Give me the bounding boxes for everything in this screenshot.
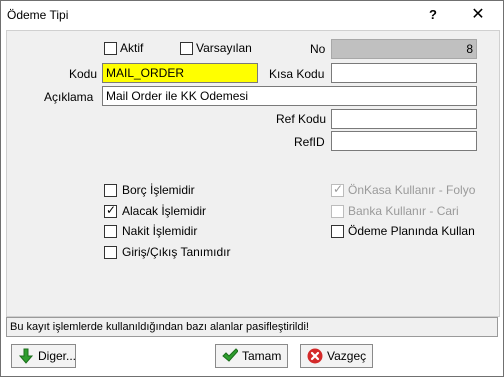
check-icon: ✓ <box>106 203 117 217</box>
onkasa-folyo-checkbox: ✓ <box>331 182 344 197</box>
ref-id-label: RefID <box>294 135 325 149</box>
odeme-plani-checkbox[interactable] <box>331 225 344 238</box>
varsayilan-checkbox[interactable] <box>180 42 193 55</box>
window-title: Ödeme Tipi <box>7 8 69 22</box>
giris-cikis-label: Giriş/Çıkış Tanımıdır <box>122 245 231 259</box>
aktif-checkbox[interactable] <box>104 42 117 55</box>
tamam-button[interactable]: Tamam <box>215 344 288 368</box>
banka-cari-checkbox <box>331 205 344 218</box>
ref-kodu-label: Ref Kodu <box>276 112 327 126</box>
form-panel: Aktif Varsayılan No 8 Kodu MAIL_ORDER Kı… <box>6 30 500 317</box>
giris-cikis-checkbox[interactable] <box>104 246 117 259</box>
varsayilan-label: Varsayılan <box>196 41 252 55</box>
tamam-button-label: Tamam <box>242 349 282 363</box>
kisa-kodu-label: Kısa Kodu <box>269 67 325 81</box>
aciklama-input[interactable]: Mail Order ile KK Odemesi <box>102 86 477 106</box>
check-icon: ✓ <box>333 182 344 196</box>
vazgec-button[interactable]: Vazgeç <box>300 344 373 368</box>
cancel-icon <box>307 348 323 364</box>
nakit-islemidir-checkbox[interactable] <box>104 225 117 238</box>
aciklama-label: Açıklama <box>44 90 94 104</box>
borc-islemidir-label: Borç İşlemidir <box>122 183 195 197</box>
ref-kodu-input[interactable] <box>331 109 477 129</box>
vazgec-button-label: Vazgeç <box>327 349 367 363</box>
checkmark-icon <box>222 348 238 362</box>
arrow-down-icon <box>18 348 34 364</box>
help-button[interactable]: ? <box>413 3 453 27</box>
diger-button[interactable]: Diger... <box>11 344 76 368</box>
title-bar: Ödeme Tipi ? ✕ <box>1 1 503 29</box>
banka-cari-label: Banka Kullanır - Cari <box>348 204 459 218</box>
no-field: 8 <box>331 39 477 59</box>
odeme-plani-label: Ödeme Planında Kullan <box>348 224 475 238</box>
alacak-islemidir-label: Alacak İşlemidir <box>122 204 207 218</box>
diger-button-label: Diger... <box>38 349 77 363</box>
aktif-label: Aktif <box>120 41 144 55</box>
ref-id-input[interactable] <box>331 131 477 151</box>
kodu-label: Kodu <box>69 67 98 81</box>
borc-islemidir-checkbox[interactable] <box>104 184 117 197</box>
kisa-kodu-input[interactable] <box>331 63 477 83</box>
status-message: Bu kayıt işlemlerde kullanıldığından baz… <box>6 317 498 337</box>
alacak-islemidir-checkbox[interactable]: ✓ <box>104 203 117 218</box>
nakit-islemidir-label: Nakit İşlemidir <box>122 224 198 238</box>
kodu-input[interactable]: MAIL_ORDER <box>102 63 258 83</box>
no-label: No <box>310 42 326 56</box>
close-button[interactable]: ✕ <box>458 3 498 27</box>
onkasa-folyo-label: ÖnKasa Kullanır - Folyo <box>348 183 476 197</box>
dialog-window: Ödeme Tipi ? ✕ Aktif Varsayılan No 8 Kod… <box>0 0 504 377</box>
